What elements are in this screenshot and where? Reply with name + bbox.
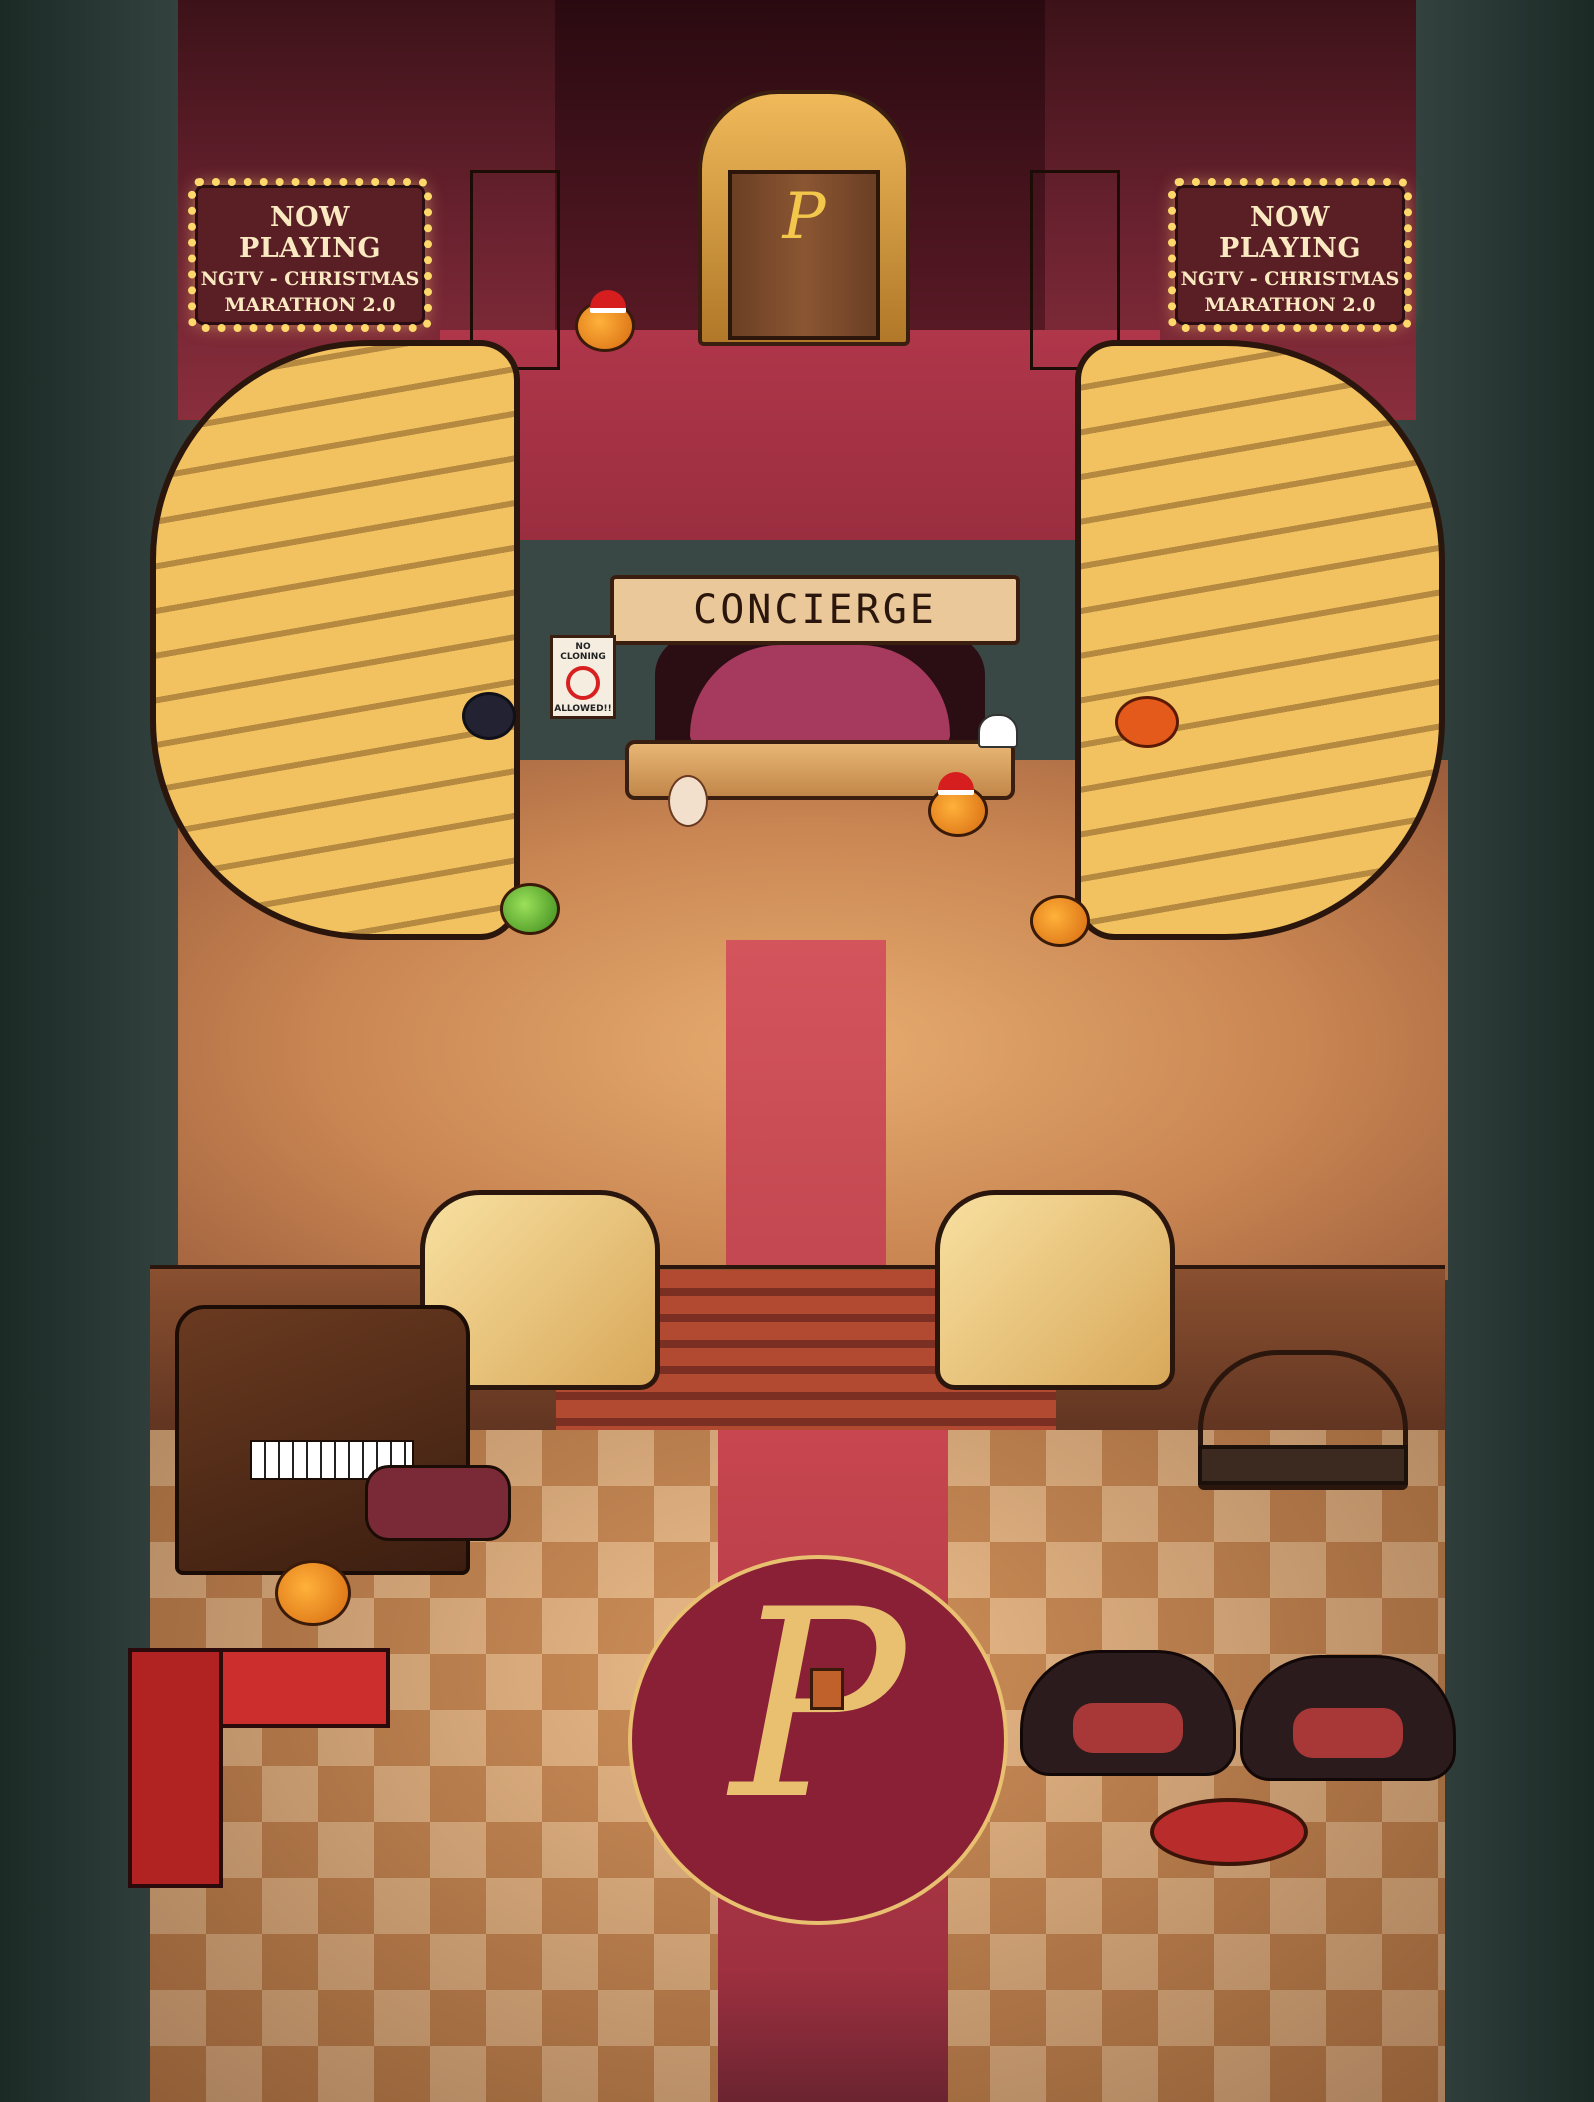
luggage-cart-base xyxy=(1198,1445,1408,1485)
sofa-icon[interactable] xyxy=(128,1648,390,1888)
persimmon-icon[interactable] xyxy=(1115,696,1179,748)
sign-line-1: NO CLONING xyxy=(560,642,606,662)
right-grand-staircase[interactable] xyxy=(1075,340,1445,940)
sign-line-2: ALLOWED!! xyxy=(554,704,612,714)
prohibition-icon xyxy=(566,666,600,700)
elevator-logo: P xyxy=(782,180,826,254)
marquee-bulbs xyxy=(1168,178,1412,332)
spider-icon[interactable] xyxy=(462,692,516,740)
loveseat-cushion xyxy=(1293,1708,1403,1758)
now-playing-sign-right[interactable]: NOW PLAYING NGTV - CHRISTMAS MARATHON 2.… xyxy=(1168,178,1412,332)
no-cloning-sign: NO CLONING ALLOWED!! xyxy=(550,635,616,719)
hotel-lobby-scene: P NOW PLAYING NGTV - CHRISTMAS MARATHON … xyxy=(0,0,1594,2102)
marquee-bulbs xyxy=(188,178,432,332)
upper-red-carpet xyxy=(726,940,886,1280)
ghost-icon[interactable] xyxy=(978,714,1018,748)
now-playing-sign-left[interactable]: NOW PLAYING NGTV - CHRISTMAS MARATHON 2.… xyxy=(188,178,432,332)
loveseat-cushion xyxy=(1073,1703,1183,1753)
elf-pumpkin-icon[interactable] xyxy=(500,883,560,935)
concierge-banner: CONCIERGE xyxy=(610,575,1020,645)
left-grand-staircase[interactable] xyxy=(150,340,520,940)
striped-doll-icon[interactable] xyxy=(668,775,708,827)
coffee-table[interactable] xyxy=(1150,1798,1308,1866)
piano-bench[interactable] xyxy=(365,1465,511,1541)
loveseat-left[interactable] xyxy=(1020,1650,1236,1776)
potted-plant-icon[interactable] xyxy=(810,1668,844,1710)
concierge-character[interactable] xyxy=(690,645,950,745)
reindeer-pumpkin-icon[interactable] xyxy=(275,1560,351,1626)
loveseat-right[interactable] xyxy=(1240,1655,1456,1781)
right-stair-railing xyxy=(935,1190,1175,1390)
sofa-side xyxy=(128,1648,223,1888)
reindeer-pumpkin-icon[interactable] xyxy=(1030,895,1090,947)
